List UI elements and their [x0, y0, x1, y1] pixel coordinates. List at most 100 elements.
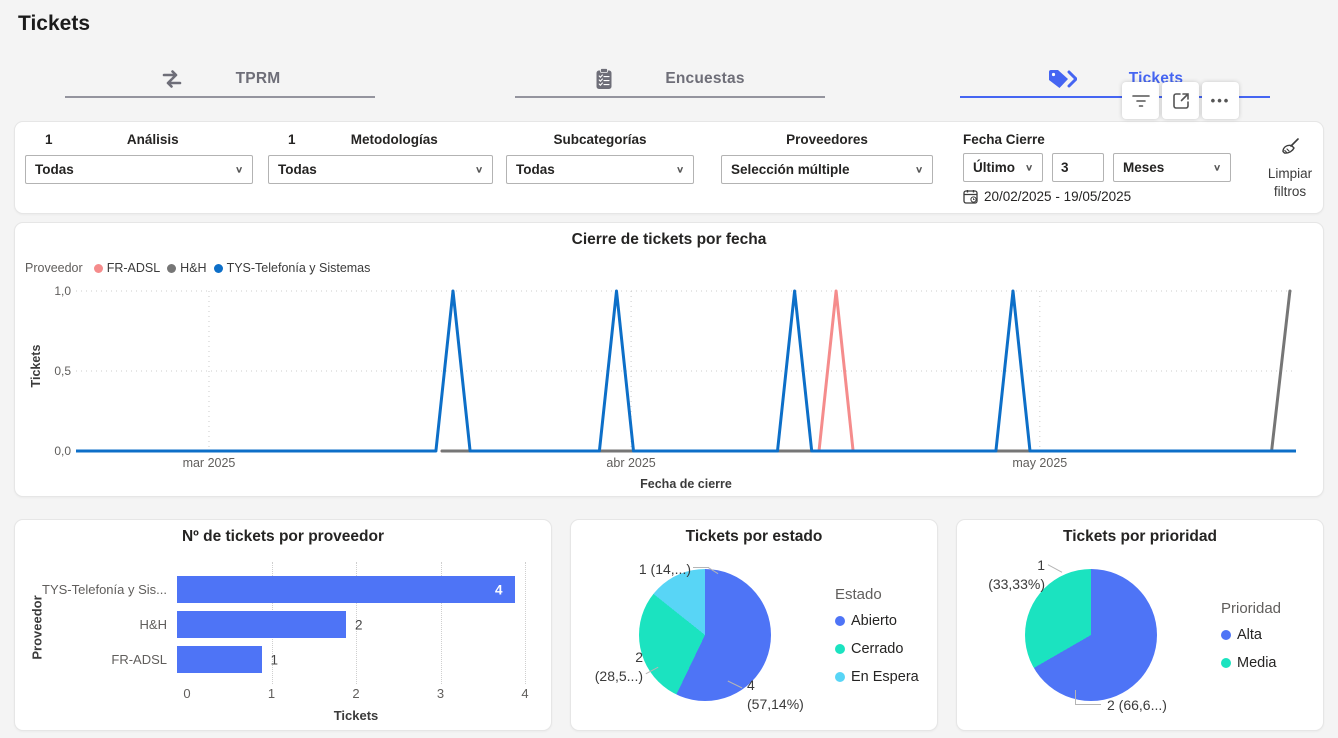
- subcategorias-value: Todas: [516, 162, 555, 177]
- callout-line: [1075, 704, 1101, 705]
- line-chart-card: Cierre de tickets por fecha Proveedor FR…: [14, 222, 1324, 497]
- bar-value: 4: [495, 582, 503, 597]
- x-tick: 1: [268, 686, 275, 701]
- chevron-down-icon: ∨: [915, 164, 923, 174]
- filter-icon: [1132, 94, 1150, 108]
- month-label: abr 2025: [606, 456, 655, 470]
- legend-dot: [167, 264, 176, 273]
- callout-en-espera: 1 (14,...): [591, 560, 691, 579]
- clear-filters-button[interactable]: Limpiar filtros: [1258, 136, 1322, 200]
- more-options-button[interactable]: •••: [1202, 82, 1239, 119]
- chevron-down-icon: ∨: [235, 164, 243, 174]
- proveedores-label: Proveedores: [721, 132, 933, 147]
- month-label: mar 2025: [183, 456, 236, 470]
- metodologias-count: 1: [288, 132, 296, 147]
- chevron-down-icon: ∨: [475, 164, 483, 174]
- legend-label: FR-ADSL: [107, 261, 160, 275]
- bar-chart-title: Nº de tickets por proveedor: [15, 528, 551, 546]
- popout-icon: [1172, 92, 1190, 110]
- metodologias-value: Todas: [278, 162, 317, 177]
- tab-label: TPRM: [236, 70, 281, 88]
- estado-pie-card: Tickets por estado 1 (14,...) 2 (28,5...…: [570, 519, 938, 731]
- cantidad-input[interactable]: [1052, 153, 1104, 182]
- prioridad-pie-card: Tickets por prioridad 1 (33,33%) 2 (66,6…: [956, 519, 1324, 731]
- bar-x-ticks: 0 1 2 3 4: [187, 686, 525, 702]
- callout-line: [1075, 690, 1076, 704]
- callout-abierto: 4 (57,14%): [747, 676, 804, 714]
- callout-media: 1 (33,33%): [965, 556, 1045, 594]
- x-axis-ticks: mar 2025 abr 2025 may 2025: [76, 456, 1296, 472]
- bar-value: 2: [355, 617, 363, 632]
- proveedores-value: Selección múltiple: [731, 162, 850, 177]
- legend-label: TYS-Telefonía y Sistemas: [227, 261, 371, 275]
- prioridad-title: Tickets por prioridad: [957, 528, 1323, 546]
- bar-y-axis-title: Proveedor: [30, 588, 45, 668]
- x-tick: 0: [183, 686, 190, 701]
- legend-item-cerrado[interactable]: Cerrado: [835, 641, 919, 657]
- bar-row: FR-ADSL 1: [15, 646, 551, 673]
- focus-mode-button[interactable]: [1162, 82, 1199, 119]
- chevron-down-icon: ∨: [1213, 162, 1221, 172]
- legend-item-hh[interactable]: H&H: [167, 261, 206, 275]
- analisis-count: 1: [45, 132, 53, 147]
- x-tick: 2: [352, 686, 359, 701]
- prioridad-legend: Prioridad Alta Media: [1221, 600, 1281, 683]
- legend-item-fr-adsl[interactable]: FR-ADSL: [94, 261, 160, 275]
- tag-icon: [1047, 68, 1077, 90]
- y-axis-title: Tickets: [29, 331, 43, 401]
- unidad-value: Meses: [1123, 160, 1164, 175]
- estado-title: Tickets por estado: [571, 528, 937, 546]
- more-icon: •••: [1211, 93, 1231, 108]
- date-range-value: 20/02/2025 - 19/05/2025: [984, 189, 1131, 204]
- legend-dot: [1221, 630, 1231, 640]
- fecha-cierre-label: Fecha Cierre: [963, 132, 1045, 147]
- legend-label: H&H: [180, 261, 206, 275]
- calendar-clock-icon: [963, 189, 978, 204]
- bar-chart-card: Nº de tickets por proveedor TYS-Telefoní…: [14, 519, 552, 731]
- analisis-value: Todas: [35, 162, 74, 177]
- clear-filters-label: Limpiar filtros: [1258, 165, 1322, 200]
- chevron-down-icon: ∨: [676, 164, 684, 174]
- tab-encuestas[interactable]: Encuestas: [515, 62, 825, 96]
- legend-dot: [214, 264, 223, 273]
- proveedores-dropdown[interactable]: Selección múltiple ∨: [721, 155, 933, 184]
- legend-item-alta[interactable]: Alta: [1221, 627, 1281, 643]
- callout-cerrado: 2 (28,5...): [571, 648, 643, 686]
- bar-value: 1: [271, 652, 279, 667]
- metodologias-dropdown[interactable]: Todas ∨: [268, 155, 493, 184]
- bar-row: H&H 2: [15, 611, 551, 638]
- unidad-dropdown[interactable]: Meses ∨: [1113, 153, 1231, 182]
- legend-item-tys[interactable]: TYS-Telefonía y Sistemas: [214, 261, 371, 275]
- metodologias-label: Metodologías: [296, 132, 493, 147]
- bar-tys[interactable]: [177, 576, 515, 603]
- legend-title: Proveedor: [25, 261, 83, 275]
- chevron-down-icon: ∨: [1025, 162, 1033, 172]
- subcategorias-label: Subcategorías: [506, 132, 694, 147]
- bar-fr-adsl[interactable]: [177, 646, 262, 673]
- line-chart-plot[interactable]: [76, 283, 1296, 458]
- periodo-dropdown[interactable]: Último ∨: [963, 153, 1043, 182]
- periodo-value: Último: [973, 160, 1015, 175]
- legend-item-en-espera[interactable]: En Espera: [835, 669, 919, 685]
- page-title: Tickets: [18, 12, 90, 36]
- x-tick: 4: [521, 686, 528, 701]
- subcategorias-dropdown[interactable]: Todas ∨: [506, 155, 694, 184]
- legend-dot: [835, 672, 845, 682]
- legend-item-abierto[interactable]: Abierto: [835, 613, 919, 629]
- filter-button[interactable]: [1122, 82, 1159, 119]
- broom-icon: [1279, 136, 1301, 158]
- legend-dot: [1221, 658, 1231, 668]
- tab-tprm[interactable]: TPRM: [65, 62, 375, 96]
- legend-dot: [94, 264, 103, 273]
- tab-underline: [65, 96, 375, 98]
- estado-legend: Estado Abierto Cerrado En Espera: [835, 586, 919, 697]
- y-tick: 0,0: [39, 444, 71, 458]
- bar-hh[interactable]: [177, 611, 346, 638]
- legend-dot: [835, 644, 845, 654]
- legend-title: Prioridad: [1221, 600, 1281, 617]
- clipboard-checklist-icon: [595, 68, 613, 90]
- y-tick: 1,0: [39, 284, 71, 298]
- legend-item-media[interactable]: Media: [1221, 655, 1281, 671]
- analisis-dropdown[interactable]: Todas ∨: [25, 155, 253, 184]
- analisis-label: Análisis: [53, 132, 253, 147]
